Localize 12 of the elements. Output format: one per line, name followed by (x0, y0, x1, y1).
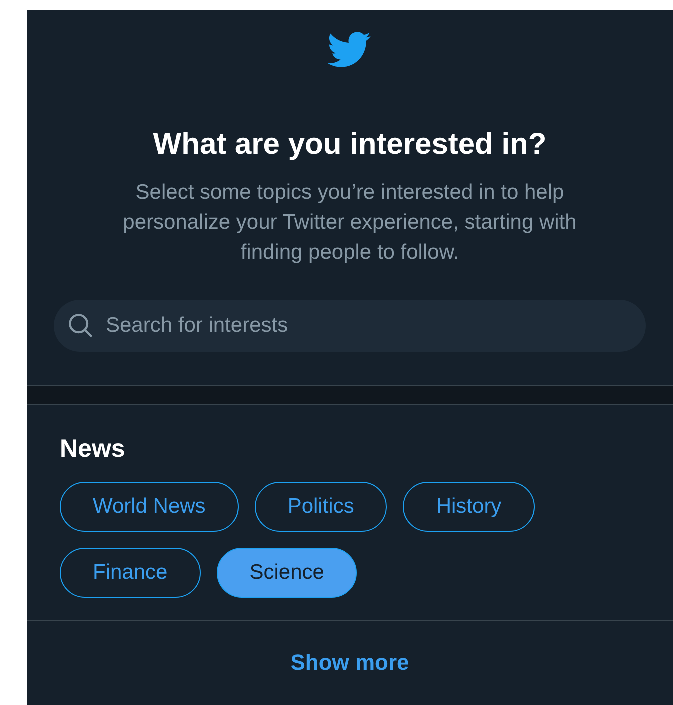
section-title: News (60, 435, 126, 464)
topic-chip[interactable]: Science (216, 548, 358, 598)
topic-chip[interactable]: Finance (60, 548, 201, 598)
topic-chip[interactable]: World News (60, 482, 239, 532)
topic-chip[interactable]: History (403, 482, 535, 532)
topic-chip[interactable]: Politics (254, 482, 388, 532)
search-field[interactable]: Search for interests (54, 300, 646, 352)
page-subtitle: Select some topics you’re interested in to help personalize your Twitter experience, starting with finding people to follow. (122, 180, 578, 266)
bird-icon (328, 32, 372, 68)
search-icon (68, 313, 94, 339)
show-more-link[interactable]: Show more (290, 650, 410, 676)
page-title: What are you interested in? (153, 128, 547, 162)
